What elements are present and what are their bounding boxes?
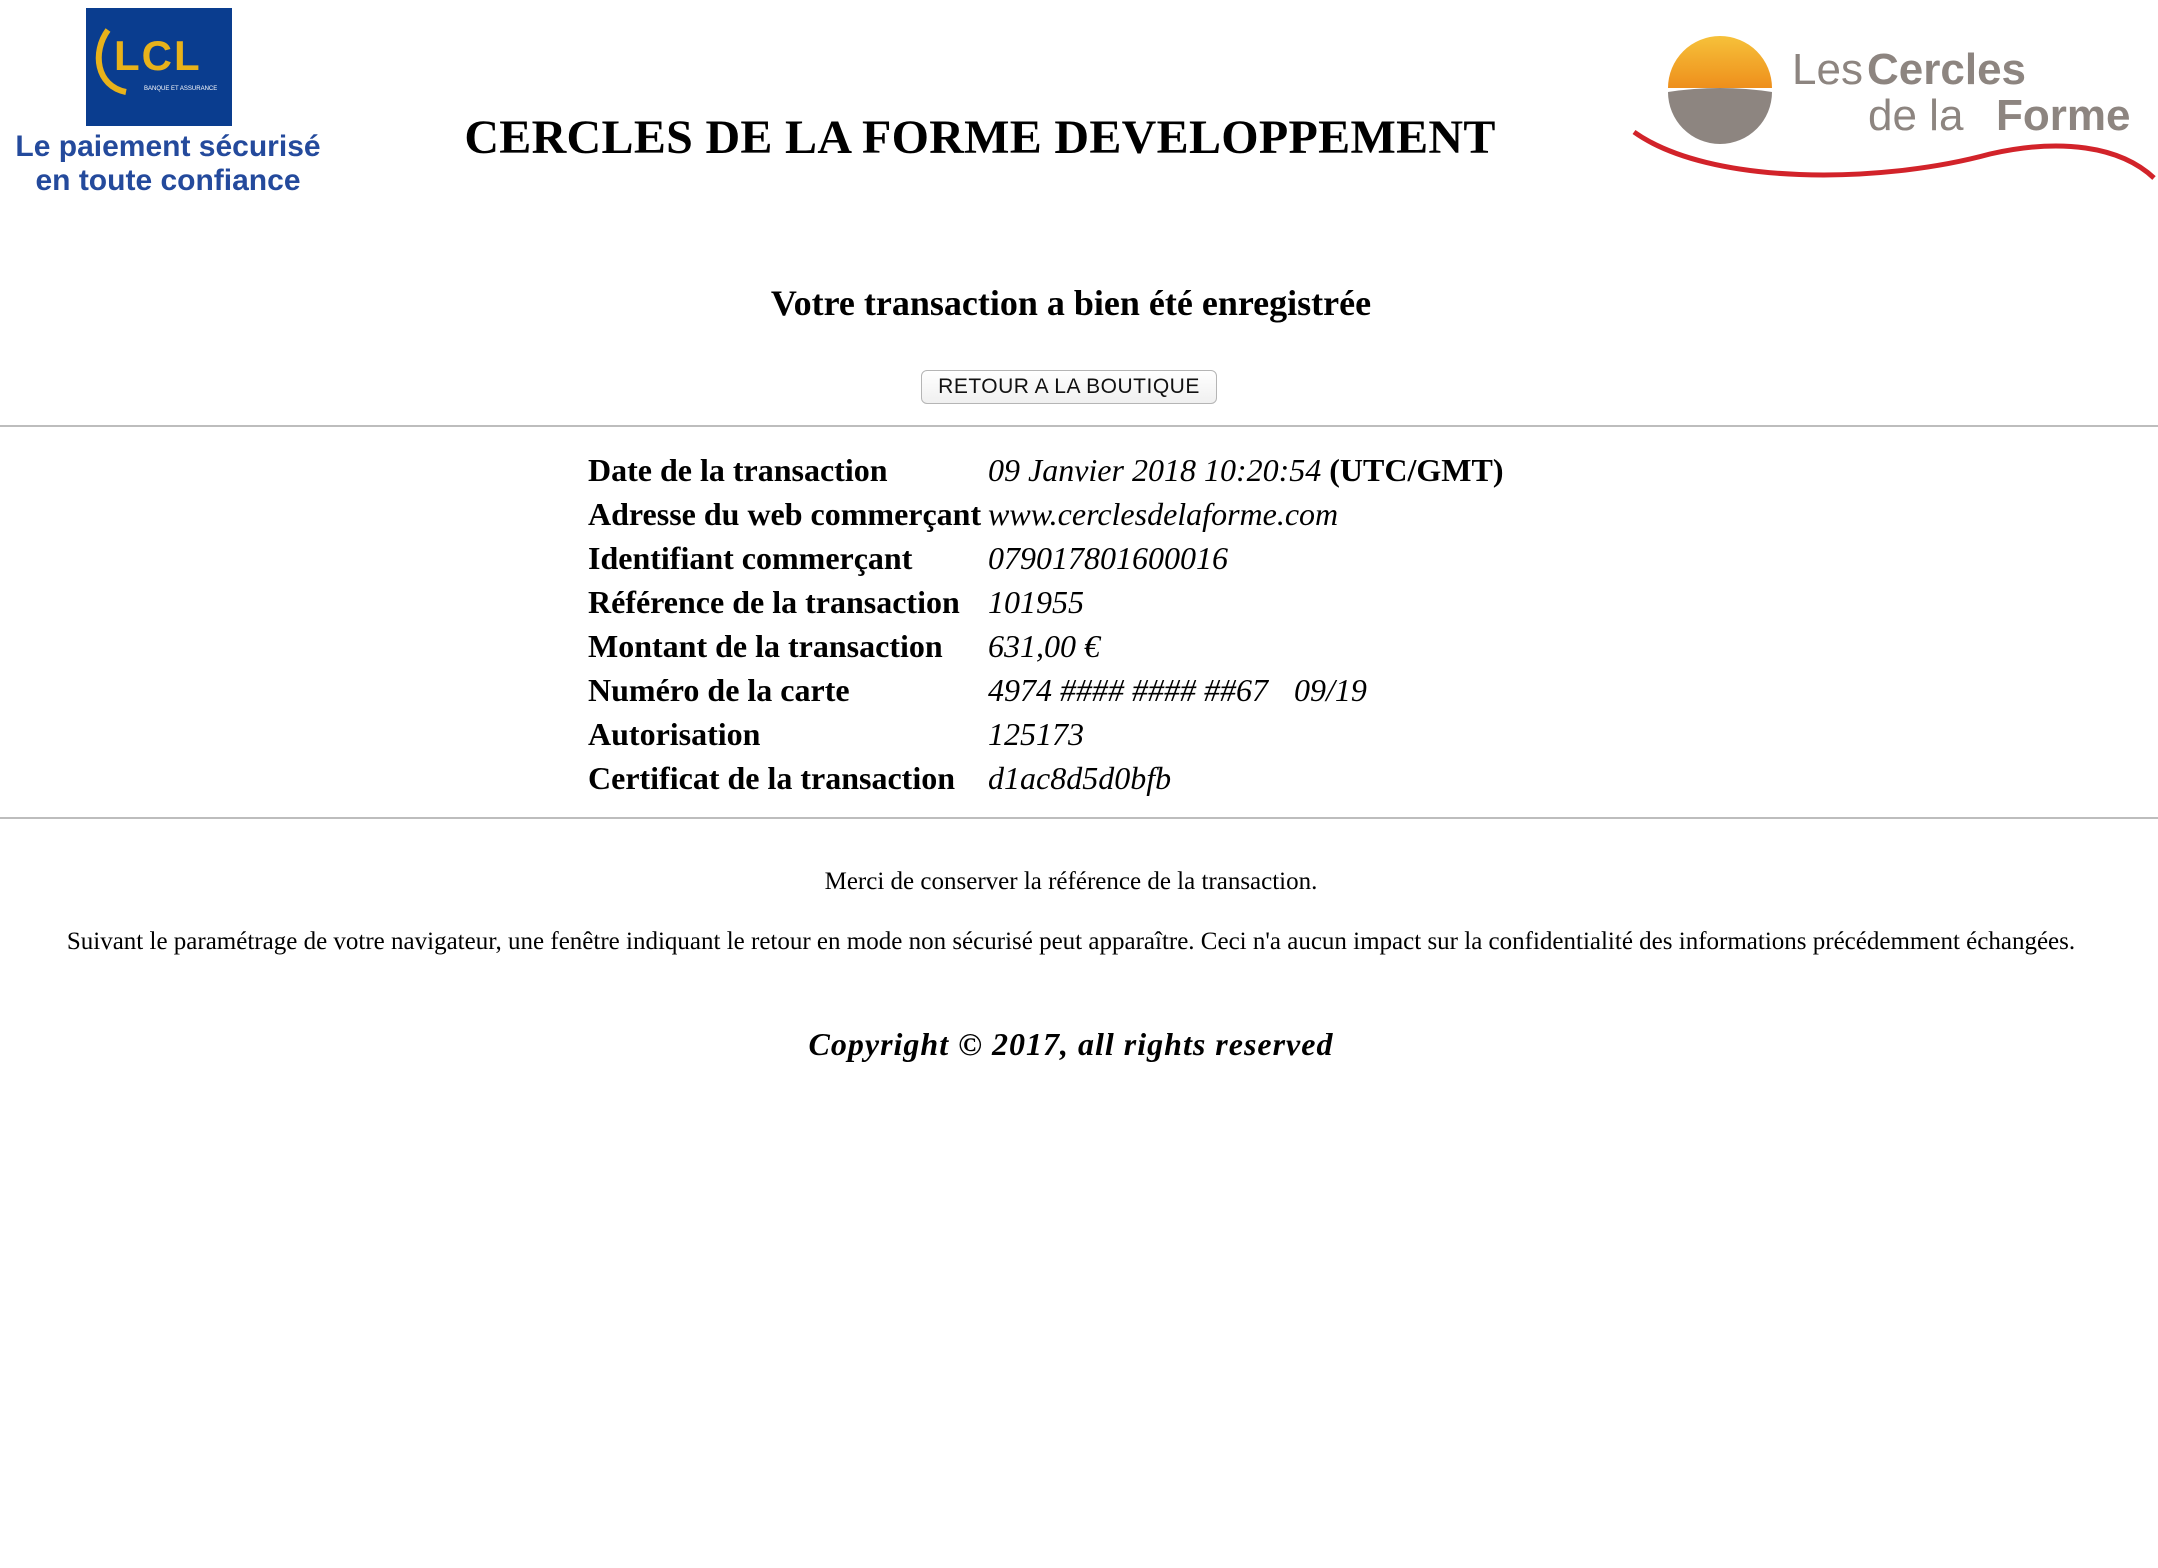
transaction-date: 09 Janvier 2018 10:20:54 (UTC/GMT) xyxy=(988,448,1503,492)
table-row: Identifiant commerçant 079017801600016 xyxy=(588,536,1503,580)
table-row: Certificat de la transaction d1ac8d5d0bf… xyxy=(588,756,1503,800)
transaction-certificate: d1ac8d5d0bfb xyxy=(988,759,1172,796)
row-value: 09 Janvier 2018 10:20:54 xyxy=(988,451,1322,488)
row-label: Référence de la transaction xyxy=(588,583,960,620)
logo-text-forme: Forme xyxy=(1996,91,2130,140)
card-number: 4974 #### #### ##67 xyxy=(988,671,1268,708)
logo-text-les: Les xyxy=(1792,45,1863,94)
merchant-id: 079017801600016 xyxy=(988,539,1228,576)
bottom-divider xyxy=(0,817,2158,819)
row-label: Adresse du web commerçant xyxy=(588,495,982,532)
authorization-code: 125173 xyxy=(988,715,1084,752)
transaction-reference: 101955 xyxy=(988,583,1084,620)
earth-icon xyxy=(1668,88,1772,144)
browser-security-note: Suivant le paramétrage de votre navigate… xyxy=(66,928,2076,955)
logo-text-cercles: Cercles xyxy=(1867,45,2026,94)
merchant-title: CERCLES DE LA FORME DEVELOPPEMENT xyxy=(464,111,1496,164)
confirmation-title: Votre transaction a bien été enregistrée xyxy=(770,283,1372,323)
table-row: Référence de la transaction 101955 xyxy=(588,580,1503,624)
table-row: Montant de la transaction 631,00 € xyxy=(588,624,1503,668)
table-row: Adresse du web commerçant www.cerclesdel… xyxy=(588,492,1503,536)
card-expiry: 09/19 xyxy=(1294,671,1367,708)
lcl-logo: LCL BANQUE ET ASSURANCE xyxy=(86,8,232,126)
logo-text-de-la: de la xyxy=(1868,91,1964,140)
top-divider xyxy=(0,425,2158,427)
copyright: Copyright © 2017, all rights reserved xyxy=(808,1026,1334,1062)
row-label: Certificat de la transaction xyxy=(588,759,956,796)
table-row: Numéro de la carte 4974 #### #### ##67 09… xyxy=(588,668,1503,712)
row-label: Autorisation xyxy=(588,715,761,752)
lcl-secure-payment-block: LCL BANQUE ET ASSURANCE Le paiement sécu… xyxy=(8,8,328,198)
return-to-shop-button[interactable]: RETOUR A LA BOUTIQUE xyxy=(921,370,1217,404)
lcl-tagline: Le paiement sécurisé en toute confiance xyxy=(8,130,328,198)
timezone-suffix: (UTC/GMT) xyxy=(1329,451,1504,488)
row-label: Identifiant commerçant xyxy=(588,539,913,576)
keep-reference-note: Merci de conserver la référence de la tr… xyxy=(824,868,1318,895)
transaction-details-table: Date de la transaction 09 Janvier 2018 1… xyxy=(588,448,1503,800)
cercles-de-la-forme-logo: Les Cercles de la Forme xyxy=(1630,26,2158,186)
lcl-logo-text: LCL xyxy=(114,32,202,79)
lcl-tagline-line1: Le paiement sécurisé xyxy=(15,130,321,163)
row-label: Montant de la transaction xyxy=(588,627,943,664)
lcl-tagline-line2: en toute confiance xyxy=(35,164,301,197)
table-row: Date de la transaction 09 Janvier 2018 1… xyxy=(588,448,1503,492)
table-row: Autorisation 125173 xyxy=(588,712,1503,756)
sun-icon xyxy=(1668,36,1772,88)
row-label: Numéro de la carte xyxy=(588,671,850,708)
lcl-logo-subtext: BANQUE ET ASSURANCE xyxy=(144,86,217,92)
transaction-amount: 631,00 € xyxy=(988,627,1100,664)
card-number-cell: 4974 #### #### ##67 09/19 xyxy=(988,668,1503,712)
row-label: Date de la transaction xyxy=(588,451,888,488)
merchant-website: www.cerclesdelaforme.com xyxy=(988,495,1339,532)
